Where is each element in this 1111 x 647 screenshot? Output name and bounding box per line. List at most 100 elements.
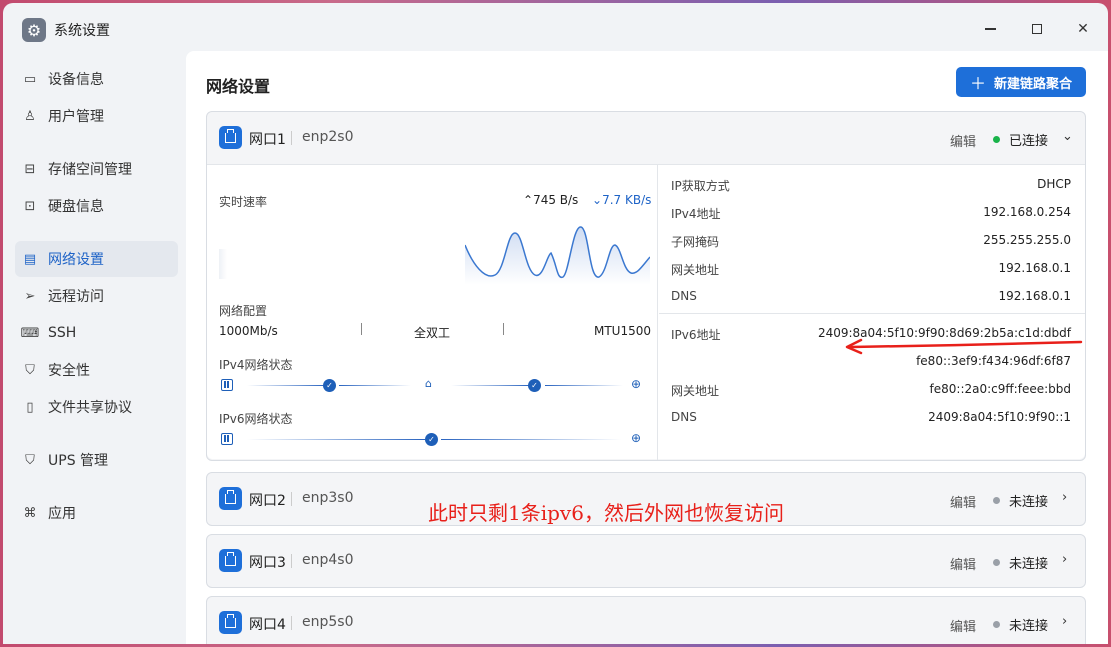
edit-button[interactable]: 编辑 [950,554,976,573]
user-icon: ♙ [24,108,36,124]
gateway-label: 网关地址 [671,263,720,277]
gateway-value: 192.168.0.1 [998,261,1071,275]
sidebar-item-label: 存储空间管理 [48,162,132,178]
shield-icon: ⛉ [25,362,35,378]
upload-speed: ⌃745 B/s [523,193,578,207]
ethernet-port-icon [219,487,242,510]
sidebar-item-device-info[interactable]: ▭ 设备信息 [15,61,178,97]
traffic-pane: 实时速率 ⌃745 B/s ⌄7.7 KB/s 网络配置 1000Mb/s 全双… [207,165,658,460]
port-card-header[interactable]: 网口3 enp4s0 编辑 未连接 › [207,535,1085,587]
annotation-arrow [845,338,1083,355]
maximize-button[interactable] [1022,15,1052,43]
port-card-3[interactable]: 网口3 enp4s0 编辑 未连接 › [206,534,1086,588]
sidebar: ▭ 设备信息 ♙ 用户管理 ⊟ 存储空间管理 ⊡ 硬盘信息 ▤ 网络设置 ➢ 远… [3,53,186,644]
ipv6-status-label: IPv6网络状态 [219,412,293,426]
status-badge: 未连接 [1009,495,1049,510]
chevron-right-icon[interactable]: › [1062,490,1067,505]
divider [361,323,362,335]
port-device: enp4s0 [302,552,354,568]
maximize-icon [1032,24,1042,34]
ip-method-label: IP获取方式 [671,179,730,193]
sidebar-item-disk-info[interactable]: ⊡ 硬盘信息 [15,188,178,224]
ip-method-value: DHCP [1037,177,1071,191]
ipv6-track [441,439,621,440]
port-card-header[interactable]: 网口4 enp5s0 编辑 未连接 › [207,597,1085,644]
edit-button[interactable]: 编辑 [950,492,976,511]
sidebar-item-storage[interactable]: ⊟ 存储空间管理 [15,151,178,187]
sidebar-item-remote-access[interactable]: ➢ 远程访问 [15,278,178,314]
status-dot [993,497,1000,504]
status-badge: 未连接 [1009,619,1049,634]
sidebar-item-label: 远程访问 [48,289,104,305]
network-config-label: 网络配置 [219,304,268,318]
sidebar-item-label: 应用 [48,506,76,522]
apps-icon: ⌘ [23,505,37,521]
port-name: 网口3 [249,555,286,571]
divider [291,554,292,568]
address-pane: IP获取方式 DHCP IPv4地址 192.168.0.254 子网掩码 25… [659,165,1085,460]
realtime-rate-label: 实时速率 [219,195,268,209]
sidebar-item-apps[interactable]: ⌘ 应用 [15,495,178,531]
close-button[interactable]: ✕ [1068,15,1098,43]
port-card-4[interactable]: 网口4 enp5s0 编辑 未连接 › [206,596,1086,644]
remote-access-icon: ➢ [24,288,36,304]
check-icon: ✓ [528,379,541,392]
status-badge: 已连接 [1009,134,1049,149]
disk-icon: ⊡ [24,198,36,214]
subnet-mask-label: 子网掩码 [671,235,720,249]
ups-icon: ⛉ [25,452,35,468]
globe-icon: ⊕ [631,431,642,445]
window-title: 系统设置 [54,23,110,39]
sidebar-item-file-share[interactable]: ▯ 文件共享协议 [15,389,178,425]
edit-button[interactable]: 编辑 [950,616,976,635]
sidebar-item-ups[interactable]: ⛉ UPS 管理 [15,442,178,478]
port-name: 网口4 [249,617,286,633]
ssh-icon: ⌨ [20,325,40,341]
ipv4-track [451,385,529,386]
ipv4-track [339,385,411,386]
upload-value: 745 B/s [533,193,579,207]
chevron-right-icon[interactable]: › [1062,552,1067,567]
sidebar-item-label: 用户管理 [48,109,104,125]
sidebar-item-ssh[interactable]: ⌨ SSH [15,315,178,351]
sidebar-item-network[interactable]: ▤ 网络设置 [15,241,178,277]
arrow-up-icon: ⌃ [523,193,534,207]
router-icon: ⌂ [425,377,432,390]
new-link-aggregation-button[interactable]: ＋ 新建链路聚合 [956,67,1086,97]
minimize-button[interactable] [975,15,1005,43]
chevron-right-icon[interactable]: › [1062,614,1067,629]
arrow-down-icon: ⌄ [592,193,603,207]
port-card-header[interactable]: 网口1 enp2s0 编辑 已连接 ⌄ [207,112,1085,164]
ipv6-dns-label: DNS [671,410,697,424]
ipv6-track [247,439,425,440]
sidebar-item-security[interactable]: ⛉ 安全性 [15,352,178,388]
port-device: enp5s0 [302,614,354,630]
check-icon: ✓ [323,379,336,392]
sparkline-fade [219,249,227,279]
sidebar-item-label: 文件共享协议 [48,400,132,416]
sidebar-item-label: 硬盘信息 [48,199,104,215]
port-name: 网口2 [249,493,286,509]
ipv4-status-label: IPv4网络状态 [219,358,293,372]
gear-icon: ⚙ [22,18,46,42]
subnet-mask-value: 255.255.255.0 [983,233,1071,247]
divider [291,492,292,506]
ethernet-port-icon [219,126,242,149]
ipv4-address-label: IPv4地址 [671,207,721,221]
ipv6-address-label: IPv6地址 [671,328,721,342]
nic-icon [221,433,233,445]
divider [291,131,292,145]
edit-button[interactable]: 编辑 [950,131,976,150]
nic-icon [221,379,233,391]
sidebar-item-user-management[interactable]: ♙ 用户管理 [15,98,178,134]
dns-label: DNS [671,289,697,303]
divider [291,616,292,630]
dns-value: 192.168.0.1 [998,289,1071,303]
chevron-down-icon[interactable]: ⌄ [1062,129,1073,144]
port-name: 网口1 [249,132,286,148]
ethernet-port-icon [219,611,242,634]
ipv4-address-value: 192.168.0.254 [983,205,1071,219]
globe-icon: ⊕ [631,377,642,391]
ipv4-track [247,385,325,386]
status-badge: 未连接 [1009,557,1049,572]
